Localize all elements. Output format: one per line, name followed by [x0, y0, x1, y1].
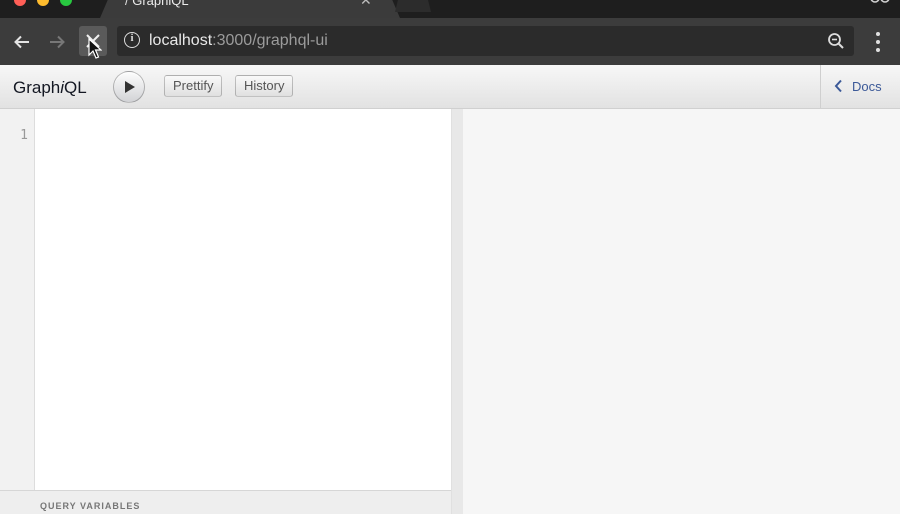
tab-title: / GraphiQL — [125, 0, 189, 8]
line-number-gutter: 1 — [0, 109, 35, 490]
url-text[interactable]: localhost:3000/graphql-ui — [149, 32, 328, 50]
browser-tab-strip: / GraphiQL ✕ — [0, 0, 900, 18]
cursor-pointer-icon — [88, 37, 103, 65]
address-bar[interactable]: localhost:3000/graphql-ui — [117, 26, 854, 56]
docs-button[interactable]: Docs — [820, 65, 900, 108]
more-menu-icon[interactable] — [869, 30, 887, 54]
docs-label: Docs — [852, 79, 882, 94]
prettify-button[interactable]: Prettify — [164, 75, 223, 97]
graphiql-topbar: GraphiQL Prettify History Docs — [0, 65, 900, 109]
execute-query-button[interactable] — [113, 71, 145, 103]
window-close-dot[interactable] — [14, 0, 26, 6]
query-variables-bar[interactable]: QUERY VARIABLES — [0, 490, 451, 514]
tab-close-icon[interactable]: ✕ — [360, 0, 372, 9]
browser-toolbar: localhost:3000/graphql-ui — [0, 18, 900, 65]
history-button[interactable]: History — [235, 75, 294, 97]
profile-icon[interactable] — [870, 0, 890, 6]
result-pane — [463, 109, 900, 514]
forward-arrow-icon[interactable] — [45, 30, 69, 54]
chevron-left-icon — [834, 79, 842, 93]
graphiql-logo: GraphiQL — [13, 78, 87, 97]
query-variables-label: QUERY VARIABLES — [40, 501, 141, 511]
query-editor[interactable]: 1 QUERY VARIABLES — [0, 109, 451, 514]
line-number: 1 — [20, 128, 28, 143]
window-minimize-dot[interactable] — [37, 0, 49, 6]
zoom-icon[interactable] — [827, 32, 845, 55]
window-zoom-dot[interactable] — [60, 0, 72, 6]
info-icon[interactable] — [124, 32, 140, 48]
play-icon — [125, 81, 135, 93]
back-arrow-icon[interactable] — [10, 30, 34, 54]
new-tab-button[interactable] — [395, 0, 431, 12]
pane-divider[interactable] — [451, 109, 463, 514]
